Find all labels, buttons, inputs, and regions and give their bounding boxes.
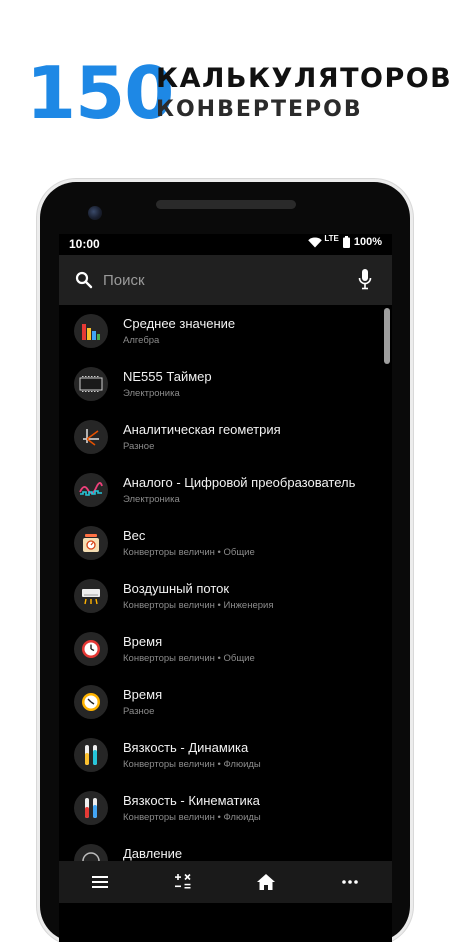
item-subtitle: Конверторы величин • Инженерия [123,600,274,611]
item-title: Вязкость - Динамика [123,740,249,755]
search-bar[interactable] [59,255,392,305]
clock-yellow-icon [74,685,108,719]
item-title: Среднее значение [123,316,236,331]
wifi-icon [308,237,323,247]
item-subtitle: Конверторы величин • Общие [123,547,255,558]
list-item[interactable]: Время Конверторы величин • Общие [59,623,392,676]
item-subtitle: Разное [123,441,155,452]
front-camera [88,206,102,220]
phone-screen: 10:00 LTE 100% Поиск Среднее значение Ал… [59,234,392,942]
wave-icon [74,473,108,507]
list-item[interactable]: NE555 Таймер Электроника [59,358,392,411]
calculator-icon [175,873,191,889]
menu-button[interactable] [89,871,111,893]
list-item[interactable]: Аналитическая геометрия Разное [59,411,392,464]
status-bar: 10:00 LTE 100% [59,234,392,254]
home-button[interactable] [255,871,277,893]
list-item[interactable]: Среднее значение Алгебра [59,305,392,358]
item-subtitle: Конверторы величин • Флюиды [123,812,261,823]
item-title: Время [123,634,163,649]
item-title: Воздушный поток [123,581,230,596]
item-subtitle: Конверторы величин • Общие [123,653,255,664]
chip-icon [74,367,108,401]
list-item[interactable]: Аналого - Цифровой преобразователь Элект… [59,464,392,517]
item-title: Вес [123,528,146,543]
battery-icon [342,236,350,248]
menu-icon [92,876,108,888]
battery-level: 100% [353,236,382,248]
promo-number: 150 [26,51,174,135]
status-icons: LTE 100% [308,234,382,248]
list-item[interactable]: Воздушный поток Конверторы величин • Инж… [59,570,392,623]
phone-frame: 10:00 LTE 100% Поиск Среднее значение Ал… [40,182,410,942]
item-title: Давление [123,846,183,861]
item-subtitle: Разное [123,706,155,717]
microphone-icon[interactable] [358,269,372,291]
earpiece-speaker [156,200,296,209]
item-subtitle: Алгебра [123,335,160,346]
list-item[interactable]: Вязкость - Динамика Конверторы величин •… [59,729,392,782]
gauge-icon [74,844,108,862]
item-subtitle: Электроника [123,388,180,399]
calculator-list: Среднее значение Алгебра NE555 Таймер Эл… [59,305,392,862]
item-title: Аналого - Цифровой преобразователь [123,475,356,490]
more-icon [342,880,358,884]
search-icon[interactable] [75,271,93,289]
item-title: Аналитическая геометрия [123,422,281,437]
list-item[interactable]: Давление [59,835,392,862]
scale-icon [74,526,108,560]
axes-icon [74,420,108,454]
search-input[interactable] [103,268,333,292]
calculator-button[interactable] [172,871,194,893]
tubes-red-icon [74,791,108,825]
promo-line-1: КАЛЬКУЛЯТОРОВ [156,63,450,94]
clock-icon [74,632,108,666]
status-time: 10:00 [69,237,100,251]
scrollbar-thumb[interactable] [384,308,390,364]
list-item[interactable]: Вязкость - Кинематика Конверторы величин… [59,782,392,835]
item-title: NE555 Таймер [123,369,212,384]
tubes-icon [74,738,108,772]
promo-line-2: КОНВЕРТЕРОВ [156,97,363,122]
bar-chart-icon [74,314,108,348]
air-conditioner-icon [74,579,108,613]
home-icon [257,874,275,890]
more-button[interactable] [339,871,361,893]
item-subtitle: Конверторы величин • Флюиды [123,759,261,770]
item-title: Вязкость - Кинематика [123,793,260,808]
bottom-navigation [59,861,392,903]
item-title: Время [123,687,163,702]
network-type: LTE [324,234,339,243]
item-subtitle: Электроника [123,494,180,505]
list-item[interactable]: Время Разное [59,676,392,729]
list-item[interactable]: Вес Конверторы величин • Общие [59,517,392,570]
